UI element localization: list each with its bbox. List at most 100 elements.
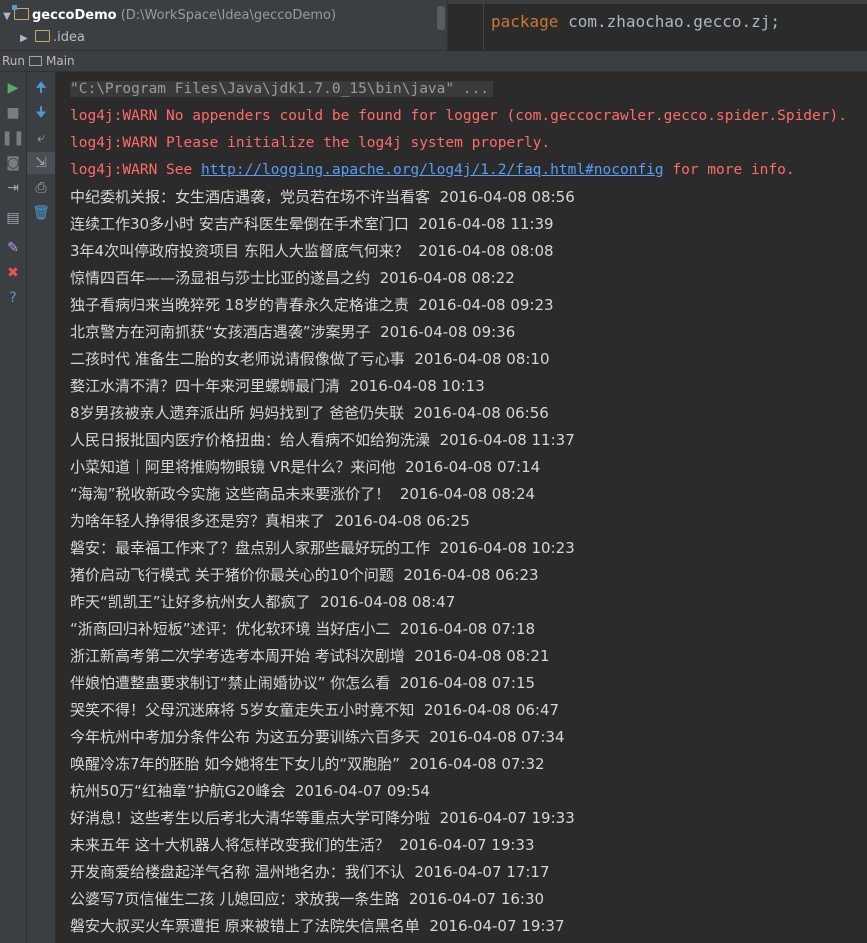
editor-tab-bar: [448, 0, 867, 4]
news-output-line: 惊情四百年——汤显祖与莎士比亚的遂昌之约 2016-04-08 08:22: [70, 265, 515, 292]
news-time: 2016-04-08 07:32: [409, 755, 545, 773]
news-time: 2016-04-07 09:54: [294, 782, 431, 800]
up-arrow-button[interactable]: 🠉: [27, 77, 55, 99]
folder-icon: [35, 30, 50, 42]
tree-scrollbar[interactable]: [437, 6, 445, 30]
news-output-line: 北京警方在河南抓获“女孩酒店遇袭”涉案男子 2016-04-08 09:36: [70, 319, 515, 346]
news-output-line: 磐安大叔买火车票遭拒 原来被错上了法院失信黑名单 2016-04-07 19:3…: [70, 913, 565, 940]
news-output-line: 小菜知道｜阿里将推购物眼镜 VR是什么？来问他 2016-04-08 07:14: [70, 454, 540, 481]
news-title: 为啥年轻人挣得很多还是穷？真相来了: [70, 512, 326, 530]
pause-button[interactable]: ❚❚: [0, 127, 26, 149]
news-output-line: 中纪委机关报：女生酒店遇袭，党员若在场不许当看客 2016-04-08 08:5…: [70, 184, 575, 211]
java-command[interactable]: "C:\Program Files\Java\jdk1.7.0_15\bin\j…: [70, 81, 494, 97]
layout-button[interactable]: ▤: [0, 207, 26, 229]
scroll-to-end-button[interactable]: ⇲: [27, 152, 55, 174]
news-output-line: 为啥年轻人挣得很多还是穷？真相来了 2016-04-08 06:25: [70, 508, 470, 535]
news-title: 连续工作30多小时 安吉产科医生晕倒在手术室门口: [70, 215, 409, 233]
down-arrow-icon: 🠋: [35, 105, 47, 121]
news-output-line: “海淘”税收新政今实施 这些商品未来要涨价了！ 2016-04-08 08:24: [70, 481, 535, 508]
news-output-line: 二孩时代 准备生二胎的女老师说请假像做了亏心事 2016-04-08 08:10: [70, 346, 550, 373]
stop-icon: ■: [6, 105, 20, 121]
code-line[interactable]: package com.zhaochao.gecco.zj;: [491, 12, 780, 31]
news-title: 独子看病归来当晚猝死 18岁的青春永久定格谁之责: [70, 296, 409, 314]
stop-button[interactable]: ■: [0, 102, 26, 124]
news-time: 2016-04-08 08:10: [414, 350, 550, 368]
news-title: 公婆写7页信催生二孩 儿媳回应：求放我一条生路: [70, 890, 400, 908]
news-time: 2016-04-08 08:21: [414, 647, 550, 665]
news-title: 磐安大叔买火车票遭拒 原来被错上了法院失信黑名单: [70, 917, 420, 935]
pin-button[interactable]: ✎: [0, 237, 26, 259]
news-output-line: 公婆写7页信催生二孩 儿媳回应：求放我一条生路 2016-04-07 16:30: [70, 886, 544, 913]
news-time: 2016-04-08 06:23: [403, 566, 539, 584]
warn-line-see: log4j:WARN See http://logging.apache.org…: [70, 157, 795, 184]
module-name: geccoDemo: [32, 8, 117, 23]
collapse-arrow-icon[interactable]: ▶: [17, 28, 31, 50]
news-title: 伴娘怕遭整蛊要求制订“禁止闹婚协议” 你怎么看: [70, 674, 391, 692]
trash-button[interactable]: 🗑: [27, 202, 55, 224]
news-title: 杭州50万“红袖章”护航G20峰会: [70, 782, 286, 800]
news-title: 中纪委机关报：女生酒店遇袭，党员若在场不许当看客: [70, 188, 431, 206]
log4j-faq-link[interactable]: http://logging.apache.org/log4j/1.2/faq.…: [201, 162, 664, 178]
news-title: 磐安：最幸福工作来了？盘点别人家那些最好玩的工作: [70, 539, 431, 557]
news-time: 2016-04-08 07:18: [399, 620, 536, 638]
news-time: 2016-04-08 08:47: [320, 593, 456, 611]
down-arrow-button[interactable]: 🠋: [27, 102, 55, 124]
console-command-line: "C:\Program Files\Java\jdk1.7.0_15\bin\j…: [70, 76, 494, 103]
news-title: 哭笑不得！父母沉迷麻将 5岁女童走失五小时竟不知: [70, 701, 415, 719]
news-title: 唤醒冷冻7年的胚胎 如今她将生下女儿的“双胞胎”: [70, 755, 400, 773]
run-icon: ▶: [7, 80, 19, 96]
console-output[interactable]: "C:\Program Files\Java\jdk1.7.0_15\bin\j…: [56, 72, 867, 943]
editor-area[interactable]: package com.zhaochao.gecco.zj;: [447, 0, 867, 50]
module-path: (D:\WorkSpace\Idea\geccoDemo): [120, 8, 337, 23]
news-output-line: 磐安：最幸福工作来了？盘点别人家那些最好玩的工作 2016-04-08 10:2…: [70, 535, 575, 562]
package-name: com.zhaochao.gecco.zj;: [568, 12, 780, 31]
news-title: “海淘”税收新政今实施 这些商品未来要涨价了！: [70, 485, 391, 503]
news-output-line: 今年杭州中考加分条件公布 为这五分要训练六百多天 2016-04-08 07:3…: [70, 724, 565, 751]
news-time: 2016-04-08 08:56: [439, 188, 575, 206]
layout-icon: ▤: [6, 210, 20, 226]
help-icon: ?: [9, 290, 17, 306]
warn-see-suffix: for more info.: [663, 162, 795, 178]
news-time: 2016-04-08 10:23: [439, 539, 575, 557]
news-time: 2016-04-08 11:39: [418, 215, 554, 233]
camera-button[interactable]: ◙: [0, 152, 26, 174]
news-output-line: 好消息！这些考生以后考北大清华等重点大学可降分啦 2016-04-07 19:3…: [70, 805, 575, 832]
run-tab-label: Main: [46, 54, 75, 68]
soft-wrap-icon: ⤶: [37, 130, 45, 146]
news-time: 2016-04-08 06:56: [413, 404, 549, 422]
exit-icon: ⇥: [7, 180, 19, 196]
help-button[interactable]: ?: [0, 287, 26, 309]
news-time: 2016-04-08 07:15: [399, 674, 536, 692]
news-time: 2016-04-08 09:23: [418, 296, 554, 314]
news-title: 浙江新高考第二次学考选考本周开始 考试科次剧增: [70, 647, 405, 665]
print-button[interactable]: ⎙: [27, 177, 55, 199]
soft-wrap-button[interactable]: ⤶: [27, 127, 55, 149]
news-title: 北京警方在河南抓获“女孩酒店遇袭”涉案男子: [70, 323, 371, 341]
news-time: 2016-04-08 06:47: [423, 701, 560, 719]
news-time: 2016-04-07 19:33: [399, 836, 535, 854]
news-output-line: “浙商回归补短板”述评：优化软环境 当好店小二 2016-04-08 07:18: [70, 616, 535, 643]
tree-row-module[interactable]: ▼ geccoDemo (D:\WorkSpace\Idea\geccoDemo): [0, 5, 336, 27]
close-button[interactable]: ✖: [0, 262, 26, 284]
news-title: 未来五年 这十大机器人将怎样改变我们的生活？: [70, 836, 390, 854]
tree-row-idea[interactable]: ▶ .idea: [17, 27, 85, 49]
news-time: 2016-04-08 10:13: [349, 377, 485, 395]
news-title: 婺江水清不清？四十年来河里螺蛳最门清: [70, 377, 341, 395]
news-time: 2016-04-08 06:25: [334, 512, 470, 530]
news-output-line: 浙江新高考第二次学考选考本周开始 考试科次剧增 2016-04-08 08:21: [70, 643, 550, 670]
news-output-line: 未来五年 这十大机器人将怎样改变我们的生活？ 2016-04-07 19:33: [70, 832, 535, 859]
exit-button[interactable]: ⇥: [0, 177, 26, 199]
news-output-line: 哭笑不得！父母沉迷麻将 5岁女童走失五小时竟不知 2016-04-08 06:4…: [70, 697, 559, 724]
news-output-line: 猪价启动飞行模式 关于猪价你最关心的10个问题 2016-04-08 06:23: [70, 562, 539, 589]
news-title: 猪价启动飞行模式 关于猪价你最关心的10个问题: [70, 566, 394, 584]
editor-gutter: [483, 4, 484, 50]
close-icon: ✖: [7, 265, 19, 281]
run-tab-main[interactable]: Main: [29, 51, 75, 71]
news-output-line: 杭州50万“红袖章”护航G20峰会 2016-04-07 09:54: [70, 778, 430, 805]
trash-icon: 🗑: [32, 205, 50, 221]
news-time: 2016-04-08 07:14: [405, 458, 541, 476]
news-title: 8岁男孩被亲人遗弃派出所 妈妈找到了 爸爸仍失联: [70, 404, 405, 422]
run-button[interactable]: ▶: [0, 77, 26, 99]
run-panel-label: Run: [2, 54, 26, 68]
warn-line: log4j:WARN No appenders could be found f…: [70, 108, 847, 124]
